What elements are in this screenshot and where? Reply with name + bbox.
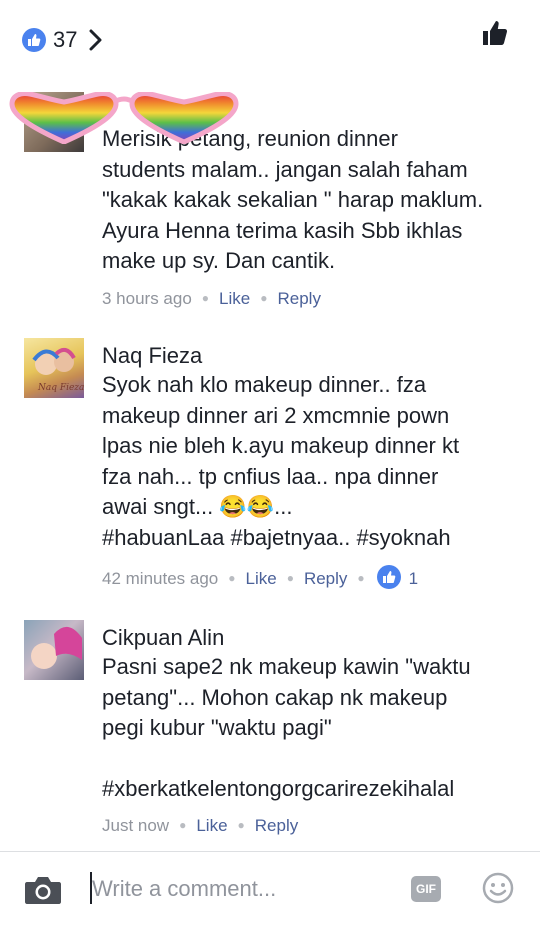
like-reaction-icon[interactable] — [22, 28, 46, 52]
avatar[interactable] — [24, 620, 84, 680]
reaction-count[interactable]: 1 — [409, 569, 418, 588]
timestamp: Just now — [102, 816, 170, 835]
like-link[interactable]: Like — [219, 289, 250, 308]
comment-author[interactable]: Cikpuan Alin — [102, 624, 224, 652]
timestamp: 3 hours ago — [102, 289, 192, 308]
heart-glasses-sticker — [9, 92, 239, 144]
emoji-icon[interactable] — [482, 872, 514, 904]
camera-icon[interactable] — [24, 874, 62, 906]
thumbs-up-icon[interactable] — [482, 20, 508, 46]
reactions-header: 37 — [0, 0, 540, 80]
mention-link[interactable]: Ayura Henna — [102, 218, 230, 243]
like-link[interactable]: Like — [196, 816, 227, 835]
comment-meta: 3 hours ago ● Like ● Reply — [102, 289, 321, 308]
comment-input[interactable]: Write a comment... — [92, 874, 276, 904]
comment-text: Merisik petang, reunion dinner students … — [102, 126, 484, 273]
svg-text:Naq Fieza: Naq Fieza — [37, 383, 84, 393]
hashtags[interactable]: #xberkatkelentongorgcarirezekihalal — [102, 774, 522, 805]
avatar-art: Naq Fieza — [32, 347, 84, 393]
avatar[interactable]: Naq Fieza — [24, 338, 84, 398]
timestamp: 42 minutes ago — [102, 569, 219, 588]
comment-author[interactable]: Naq Fieza — [102, 342, 202, 370]
like-count[interactable]: 37 — [53, 28, 77, 52]
reply-link[interactable]: Reply — [255, 816, 298, 835]
reply-link[interactable]: Reply — [304, 569, 347, 588]
like-link[interactable]: Like — [246, 569, 277, 588]
like-reaction-icon[interactable] — [376, 565, 401, 589]
chevron-right-icon[interactable] — [88, 29, 102, 51]
comment-text: Pasni sape2 nk makeup kawin "waktu petan… — [102, 652, 522, 805]
reply-link[interactable]: Reply — [277, 289, 320, 308]
comment-meta: 42 minutes ago ● Like ● Reply ● 1 — [102, 565, 418, 590]
comment-text: Syok nah klo makeup dinner.. fza makeup … — [102, 370, 522, 553]
gif-icon[interactable]: GIF — [411, 876, 441, 902]
hashtags[interactable]: #habuanLaa #bajetnyaa.. #syoknah — [102, 523, 522, 554]
comment-composer: Write a comment... GIF — [0, 851, 540, 929]
comment-meta: Just now ● Like ● Reply — [102, 816, 299, 835]
avatar-art — [31, 626, 82, 669]
